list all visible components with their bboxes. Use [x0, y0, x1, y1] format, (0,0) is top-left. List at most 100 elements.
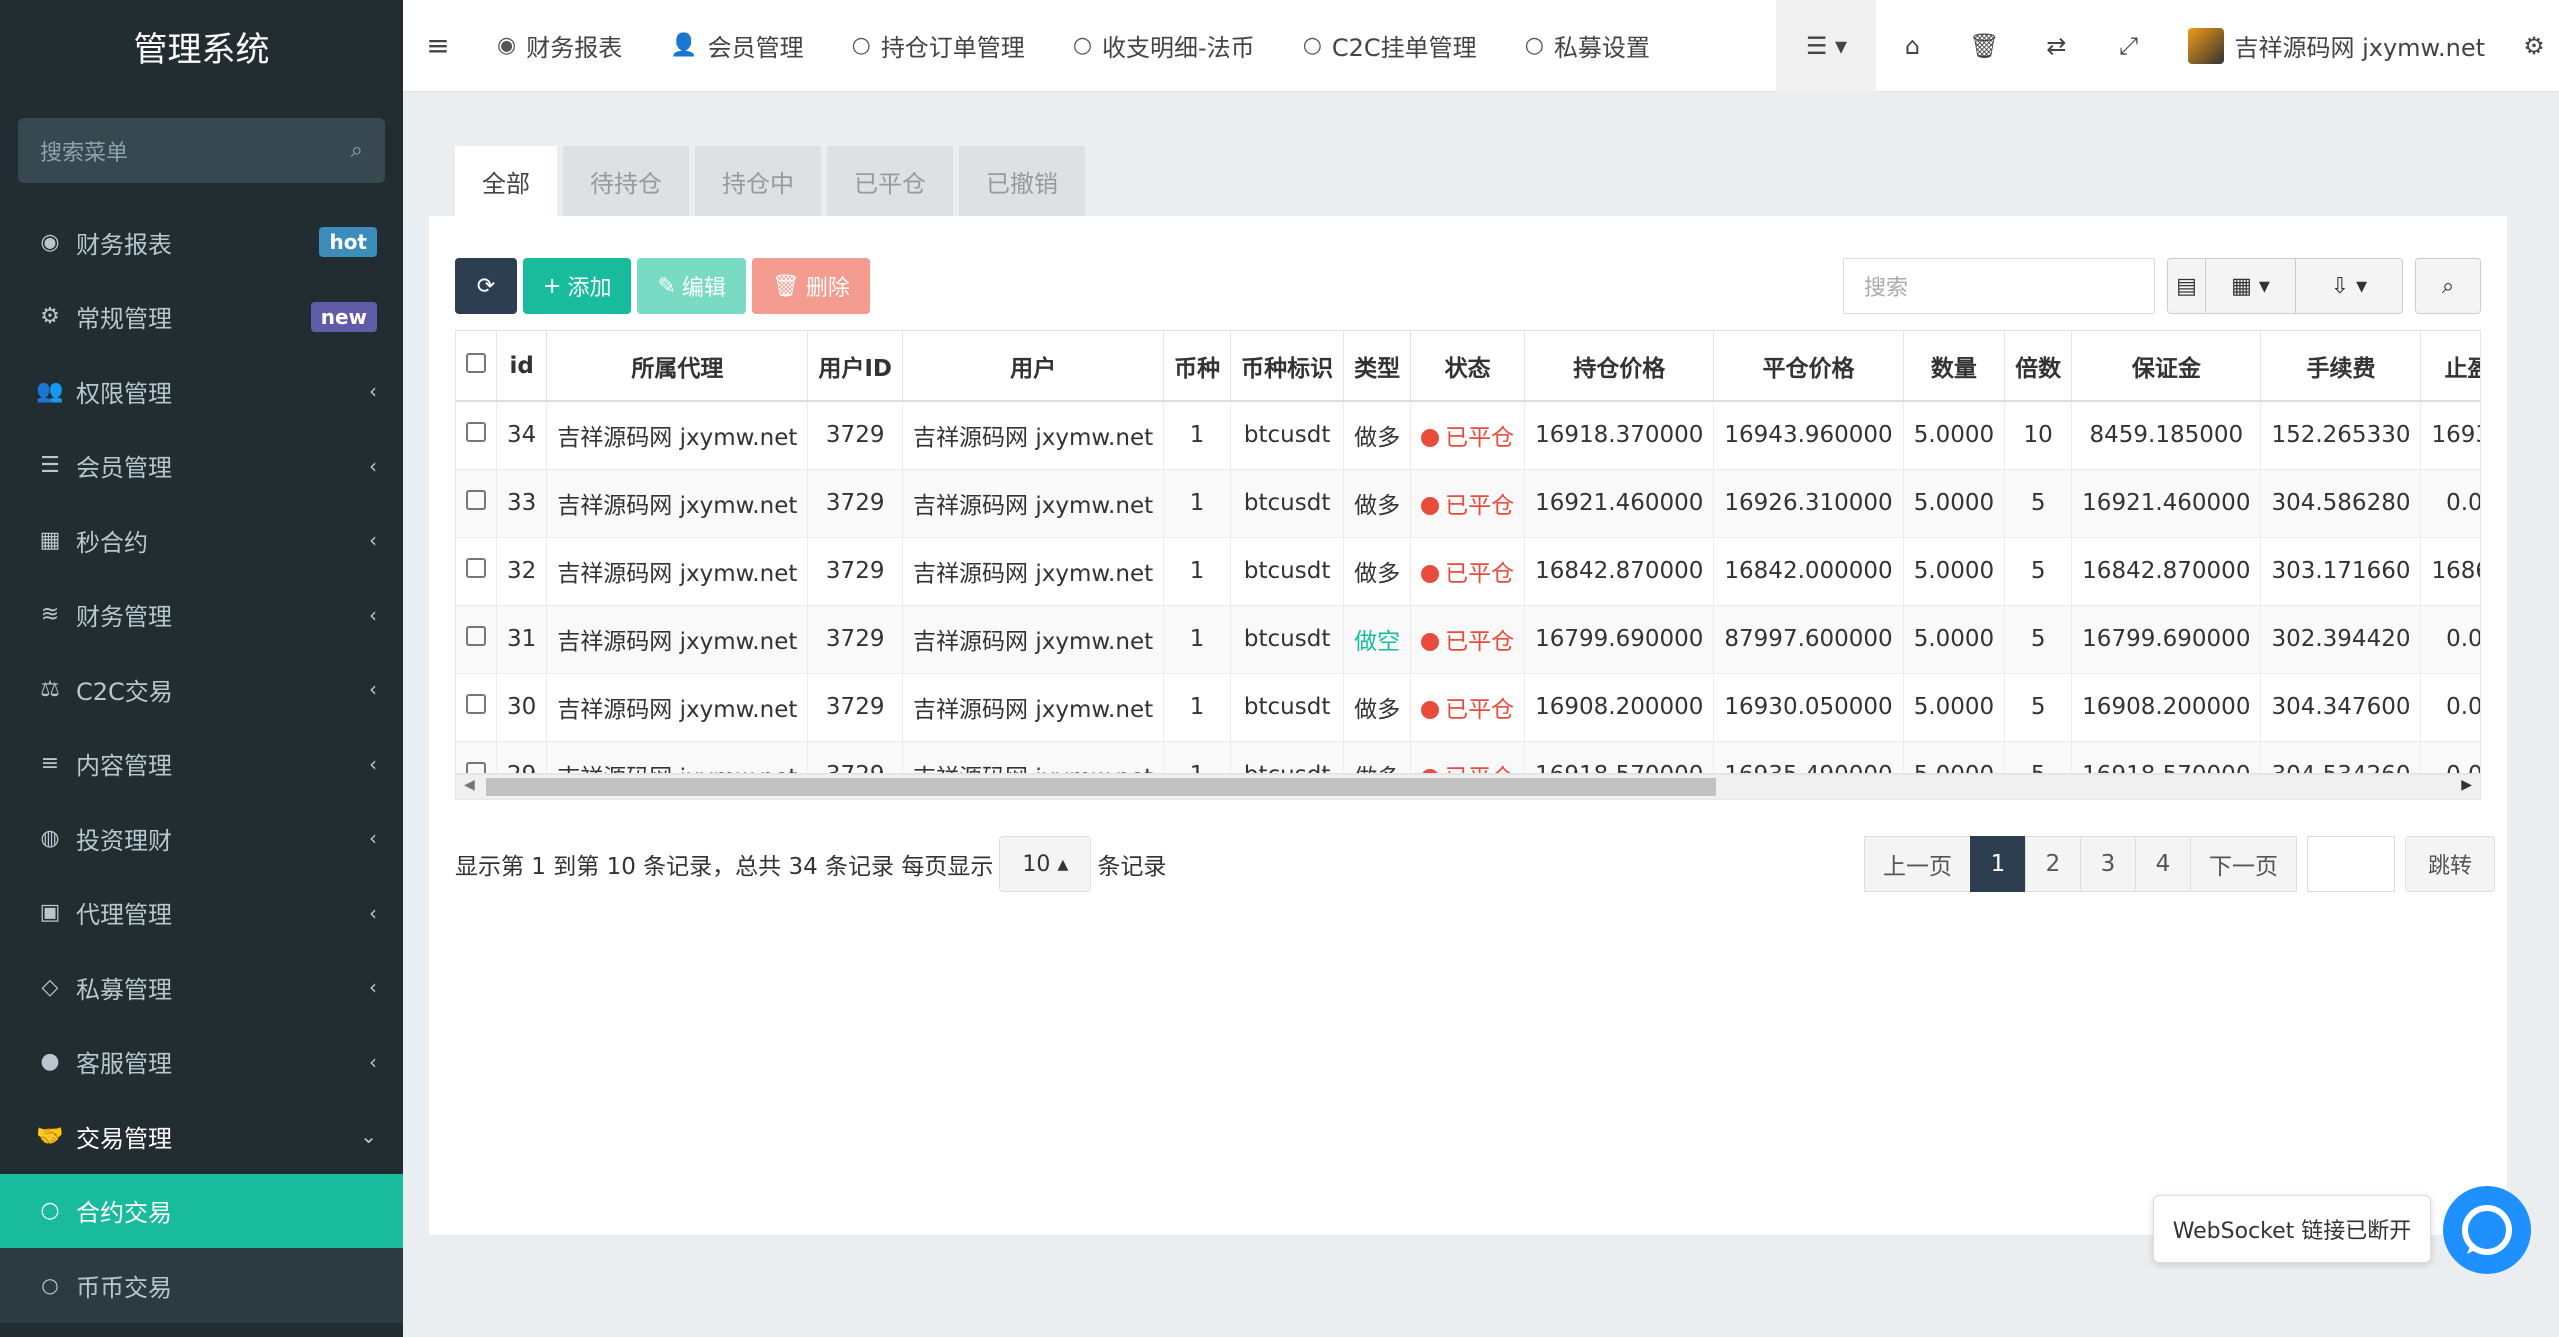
sidebar-item-8[interactable]: ◍ 投资理财 ‹	[0, 801, 403, 876]
scroll-left-icon[interactable]: ◀	[464, 777, 475, 793]
add-button[interactable]: + 添加	[523, 258, 632, 314]
row-checkbox[interactable]	[456, 740, 497, 773]
tab-0[interactable]: 全部	[455, 146, 557, 216]
table-cell: 已平仓	[1410, 400, 1526, 469]
next-page-button[interactable]: 下一页	[2190, 836, 2297, 892]
chat-button[interactable]	[2443, 1186, 2531, 1274]
sidebar-item-5[interactable]: ≋ 财务管理 ‹	[0, 578, 403, 653]
tab-3[interactable]: 已平仓	[827, 146, 953, 216]
column-header[interactable]: 手续费	[2260, 331, 2422, 402]
column-header[interactable]: 持仓价格	[1524, 331, 1715, 402]
page-button-1[interactable]: 1	[1970, 836, 2026, 892]
sidebar-item-11[interactable]: ● 客服管理 ‹	[0, 1025, 403, 1100]
user-menu[interactable]: 吉祥源码网 jxymw.net	[2164, 0, 2509, 92]
sidebar-item-9[interactable]: ▣ 代理管理 ‹	[0, 876, 403, 951]
row-checkbox[interactable]	[456, 604, 497, 673]
refresh-button[interactable]: ⟳	[455, 258, 517, 314]
column-header[interactable]: 用户	[902, 331, 1165, 402]
nav-more-dropdown[interactable]: ☰ ▾	[1776, 0, 1877, 92]
horizontal-scrollbar[interactable]: ◀ ▶	[455, 774, 2481, 800]
columns-dropdown-icon[interactable]: ▦ ▾	[2206, 259, 2296, 313]
table-search-input[interactable]: 搜索	[1843, 258, 2155, 314]
top-nav-tab-0[interactable]: ◉ 财务报表	[473, 0, 646, 92]
table-cell: 5.0000	[1903, 400, 2006, 469]
table-cell: 303.171660	[2260, 536, 2422, 605]
home-icon[interactable]: ⌂	[1876, 0, 1948, 92]
select-all-checkbox[interactable]	[456, 331, 497, 402]
gear-icon[interactable]: ⚙	[2509, 0, 2559, 92]
jump-button[interactable]: 跳转	[2405, 836, 2496, 892]
column-header[interactable]: 用户ID	[807, 331, 904, 402]
sidebar-item-7[interactable]: ≡ 内容管理 ‹	[0, 727, 403, 802]
column-header[interactable]: 状态	[1410, 331, 1526, 402]
column-header[interactable]: id	[496, 331, 548, 402]
column-header[interactable]: 倍数	[2004, 331, 2073, 402]
top-nav-tab-4[interactable]: ○ C2C挂单管理	[1279, 0, 1501, 92]
card-view-icon[interactable]: ▤	[2168, 259, 2206, 313]
sidebar-item-2[interactable]: 👥 权限管理 ‹	[0, 354, 403, 429]
cell-text: 1	[1189, 490, 1205, 516]
column-header[interactable]: 币种标识	[1230, 331, 1345, 402]
tab-4[interactable]: 已撤销	[959, 146, 1085, 216]
table-row[interactable]: 29 吉祥源码网 jxymw.net 3729 吉祥源码网 jxymw.net 1 btc…	[456, 740, 2480, 773]
search-button[interactable]: ⌕	[2415, 258, 2481, 314]
sidebar-subitem-0[interactable]: ○ 合约交易	[0, 1173, 403, 1248]
row-checkbox[interactable]	[456, 536, 497, 605]
translate-icon[interactable]: ⇄	[2020, 0, 2092, 92]
sidebar-subitem-1[interactable]: ○ 币币交易	[0, 1248, 403, 1323]
calendar-icon: ▦	[39, 527, 61, 553]
tab-2[interactable]: 持仓中	[695, 146, 821, 216]
column-header[interactable]: 平仓价格	[1713, 331, 1904, 402]
tab-1[interactable]: 待持仓	[563, 146, 689, 216]
top-nav-tab-1[interactable]: 👤 会员管理	[646, 0, 827, 92]
scroll-right-icon[interactable]: ▶	[2461, 777, 2472, 793]
cell-text: 3729	[825, 422, 885, 449]
trash-icon[interactable]: 🗑	[1948, 0, 2020, 92]
table-row[interactable]: 30 吉祥源码网 jxymw.net 3729 吉祥源码网 jxymw.net 1 btc…	[456, 672, 2480, 741]
export-dropdown-icon[interactable]: ⇩ ▾	[2296, 259, 2402, 313]
column-header[interactable]: 数量	[1903, 331, 2006, 402]
menu-search-input[interactable]: 搜索菜单 ⌕	[18, 118, 385, 183]
sidebar-item-4[interactable]: ▦ 秒合约 ‹	[0, 503, 403, 578]
sidebar-item-6[interactable]: ⚖ C2C交易 ‹	[0, 652, 403, 727]
scrollbar-thumb[interactable]	[486, 778, 1716, 796]
top-nav-tab-label: 持仓订单管理	[880, 34, 1025, 62]
page-button-3[interactable]: 3	[2080, 836, 2136, 892]
page-button-4[interactable]: 4	[2135, 836, 2191, 892]
top-nav-tab-5[interactable]: ○ 私募设置	[1501, 0, 1674, 92]
column-header[interactable]: 类型	[1343, 331, 1412, 402]
cell-text: 1	[1189, 626, 1205, 652]
column-header[interactable]: 所属代理	[546, 331, 809, 402]
cell-text: 吉祥源码网 jxymw.net	[557, 493, 798, 519]
top-nav-tab-3[interactable]: ○ 收支明细-法币	[1049, 0, 1279, 92]
sidebar: 管理系统 搜索菜单 ⌕ ◉ 财务报表 hot ⚙ 常规管理 new 👥 权限管理 ‹ ☰ 会员管理 ‹…	[0, 0, 403, 1337]
row-checkbox[interactable]	[456, 672, 497, 741]
page-size-dropdown[interactable]: 10 ▴	[999, 836, 1092, 892]
column-header[interactable]: 止盈价	[2420, 331, 2480, 402]
prev-page-button[interactable]: 上一页	[1864, 836, 1971, 892]
sidebar-item-12[interactable]: 🤝 交易管理 ⌄	[0, 1099, 403, 1174]
sidebar-item-0[interactable]: ◉ 财务报表 hot	[0, 205, 403, 280]
row-checkbox[interactable]	[456, 468, 497, 537]
table-row[interactable]: 33 吉祥源码网 jxymw.net 3729 吉祥源码网 jxymw.net 1 btc…	[456, 468, 2480, 537]
chat-bubble-icon	[2462, 1205, 2512, 1255]
table-cell: 16842.870000	[1524, 536, 1715, 605]
sidebar-toggle-icon[interactable]: ≡	[403, 0, 473, 92]
sidebar-item-3[interactable]: ☰ 会员管理 ‹	[0, 429, 403, 504]
sidebar-item-1[interactable]: ⚙ 常规管理 new	[0, 280, 403, 355]
row-checkbox[interactable]	[456, 400, 497, 469]
sidebar-item-10[interactable]: ◇ 私募管理 ‹	[0, 950, 403, 1025]
edit-button[interactable]: ✎ 编辑	[637, 258, 746, 314]
fullscreen-icon[interactable]: ⤢	[2092, 0, 2164, 92]
column-header[interactable]: 币种	[1163, 331, 1232, 402]
delete-button[interactable]: 🗑 删除	[751, 258, 870, 314]
column-header[interactable]: 保证金	[2071, 331, 2262, 402]
table-row[interactable]: 34 吉祥源码网 jxymw.net 3729 吉祥源码网 jxymw.net 1 btc…	[456, 400, 2480, 469]
page-button-2[interactable]: 2	[2025, 836, 2081, 892]
top-nav-tab-2[interactable]: ○ 持仓订单管理	[828, 0, 1049, 92]
page-jump-input[interactable]	[2307, 836, 2395, 892]
status-text: 已平仓	[1445, 561, 1515, 587]
sidebar-item-label: 财务管理	[76, 603, 172, 632]
table-row[interactable]: 32 吉祥源码网 jxymw.net 3729 吉祥源码网 jxymw.net 1 btc…	[456, 536, 2480, 605]
table-row[interactable]: 31 吉祥源码网 jxymw.net 3729 吉祥源码网 jxymw.net 1 btc…	[456, 604, 2480, 673]
